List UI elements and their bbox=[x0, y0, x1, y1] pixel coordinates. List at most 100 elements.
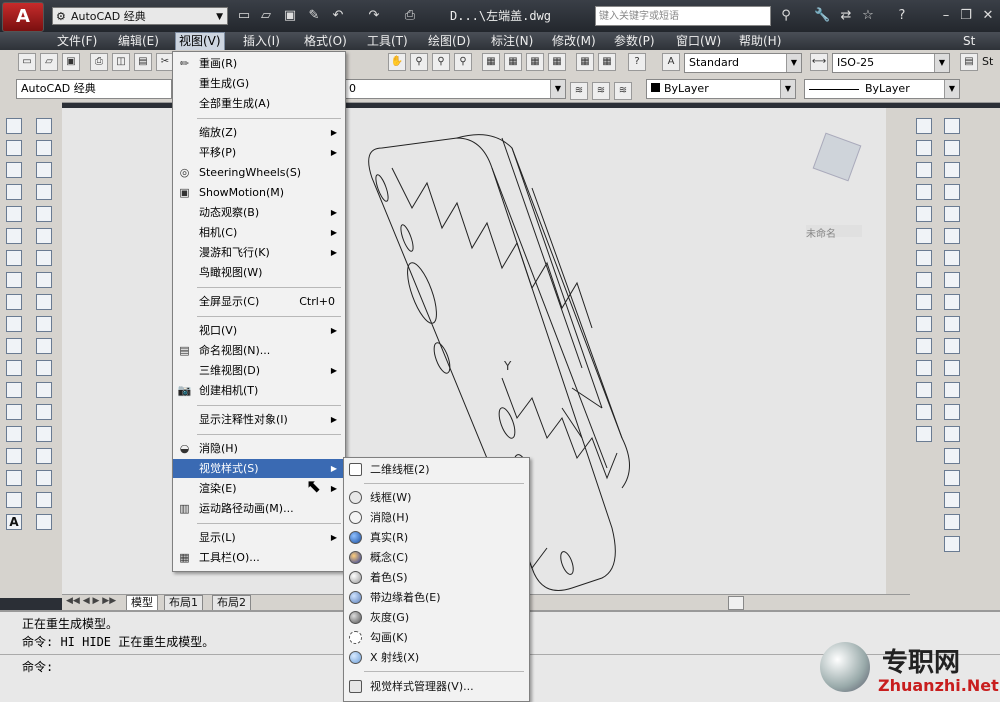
extrude-faces-icon[interactable] bbox=[944, 184, 960, 200]
menu-item-2d-wireframe[interactable]: 二维线框(2) bbox=[344, 460, 527, 479]
menu-item-redraw[interactable]: ✏ 重画(R) bbox=[173, 54, 343, 73]
menu-item-style-manager[interactable]: 视觉样式管理器(V)... bbox=[344, 677, 527, 696]
menu-item-shaded[interactable]: 着色(S) bbox=[344, 568, 527, 587]
tab-navigation-arrows[interactable]: ◀◀ ◀ ▶ ▶▶ bbox=[66, 596, 116, 606]
text-style-icon[interactable]: A bbox=[662, 53, 680, 71]
menu-item-shades-of-gray[interactable]: 灰度(G) bbox=[344, 608, 527, 627]
erase-icon[interactable] bbox=[36, 514, 52, 530]
calculator-icon[interactable]: ▦ bbox=[598, 53, 616, 71]
shell-icon[interactable] bbox=[944, 470, 960, 486]
menu-item-hidden[interactable]: 消隐(H) bbox=[344, 508, 527, 527]
insert-block-icon[interactable] bbox=[6, 360, 22, 376]
menu-item-motion-path[interactable]: ▥ 运动路径动画(M)... bbox=[173, 499, 343, 518]
menu-item-shaded-edges[interactable]: 带边缘着色(E) bbox=[344, 588, 527, 607]
menu-item-orbit[interactable]: 动态观察(B) ▶ bbox=[173, 203, 343, 222]
taper-faces-icon[interactable] bbox=[944, 294, 960, 310]
chamfer-icon[interactable] bbox=[36, 448, 52, 464]
favorites-icon[interactable]: ☆ bbox=[860, 8, 876, 24]
vertical-scrollbar[interactable] bbox=[886, 108, 910, 594]
zoom-realtime-icon[interactable]: ⚲ bbox=[410, 53, 428, 71]
copy-icon[interactable] bbox=[36, 184, 52, 200]
circle-icon[interactable] bbox=[6, 250, 22, 266]
stretch-icon[interactable] bbox=[36, 338, 52, 354]
design-center-icon[interactable]: ▦ bbox=[504, 53, 522, 71]
section-icon[interactable] bbox=[944, 536, 960, 552]
save-icon[interactable]: ▣ bbox=[282, 8, 298, 24]
extend-icon[interactable] bbox=[36, 382, 52, 398]
menu-item-hide[interactable]: ◒ 消隐(H) bbox=[173, 439, 343, 458]
menu-item-zoom[interactable]: 缩放(Z) ▶ bbox=[173, 123, 343, 142]
menu-format[interactable]: 格式(O) bbox=[301, 32, 350, 50]
construction-line-icon[interactable] bbox=[6, 140, 22, 156]
restore-button[interactable]: ❐ bbox=[958, 8, 974, 24]
layer-state-icon[interactable]: ≋ bbox=[592, 82, 610, 100]
subscription-icon[interactable]: 🔧 bbox=[814, 8, 830, 24]
minimize-button[interactable]: – bbox=[938, 8, 954, 24]
rotate-icon[interactable] bbox=[36, 294, 52, 310]
save-as-icon[interactable]: ✎ bbox=[306, 8, 322, 24]
menu-edit[interactable]: 编辑(E) bbox=[115, 32, 162, 50]
tab-layout1[interactable]: 布局1 bbox=[164, 595, 203, 611]
communication-icon[interactable]: ⇄ bbox=[838, 8, 854, 24]
pyramid-icon[interactable] bbox=[916, 272, 932, 288]
help-tool-icon[interactable]: ? bbox=[628, 53, 646, 71]
workspace-select[interactable]: AutoCAD 经典 bbox=[16, 79, 172, 99]
layer-select[interactable]: 0 ▼ bbox=[344, 79, 566, 99]
make-block-icon[interactable] bbox=[6, 382, 22, 398]
menu-view[interactable]: 视图(V) bbox=[175, 32, 225, 52]
menu-insert[interactable]: 插入(I) bbox=[240, 32, 283, 50]
polysolid-icon[interactable] bbox=[916, 118, 932, 134]
copy-faces-icon[interactable] bbox=[944, 316, 960, 332]
orbit-icon[interactable] bbox=[36, 118, 52, 134]
menu-item-steeringwheels[interactable]: ◎ SteeringWheels(S) bbox=[173, 163, 343, 182]
menu-item-3d-views[interactable]: 三维视图(D) ▶ bbox=[173, 361, 343, 380]
table-icon[interactable] bbox=[6, 492, 22, 508]
planar-surface-icon[interactable] bbox=[916, 316, 932, 332]
check-icon[interactable] bbox=[944, 492, 960, 508]
help-icon[interactable]: ? bbox=[894, 8, 910, 24]
delete-faces-icon[interactable] bbox=[944, 250, 960, 266]
multiline-text-icon[interactable]: A bbox=[6, 514, 22, 530]
sheet-set-icon[interactable]: ▦ bbox=[548, 53, 566, 71]
menu-help[interactable]: 帮助(H) bbox=[736, 32, 784, 50]
imprint-icon[interactable] bbox=[944, 404, 960, 420]
offset-faces-icon[interactable] bbox=[944, 228, 960, 244]
linetype-select[interactable]: ByLayer ▼ bbox=[804, 79, 960, 99]
menu-item-clean-screen[interactable]: 全屏显示(C) Ctrl+0 bbox=[173, 292, 343, 311]
save-file-icon[interactable]: ▣ bbox=[62, 53, 80, 71]
sphere-icon[interactable] bbox=[916, 206, 932, 222]
menu-item-xray[interactable]: X 射线(X) bbox=[344, 648, 527, 667]
dim-style-select[interactable]: ISO-25 ▼ bbox=[832, 53, 950, 73]
polyline-icon[interactable] bbox=[6, 162, 22, 178]
menu-dimension[interactable]: 标注(N) bbox=[488, 32, 536, 50]
menu-window[interactable]: 窗口(W) bbox=[673, 32, 724, 50]
menu-parametric[interactable]: 参数(P) bbox=[611, 32, 658, 50]
menu-item-toolbars[interactable]: ▦ 工具栏(O)... bbox=[173, 548, 343, 567]
dim-style-icon[interactable]: ⟷ bbox=[810, 53, 828, 71]
tab-layout2[interactable]: 布局2 bbox=[212, 595, 251, 611]
menu-draw[interactable]: 绘图(D) bbox=[425, 32, 474, 50]
separate-icon[interactable] bbox=[944, 448, 960, 464]
close-button[interactable]: ✕ bbox=[980, 8, 996, 24]
array-icon[interactable] bbox=[36, 250, 52, 266]
wedge-icon[interactable] bbox=[916, 162, 932, 178]
layer-previous-icon[interactable]: ≋ bbox=[570, 82, 588, 100]
clean-icon[interactable] bbox=[944, 426, 960, 442]
plot-icon[interactable]: ⎙ bbox=[402, 8, 418, 24]
point-icon[interactable] bbox=[6, 404, 22, 420]
search-input[interactable]: 键入关键字或短语 bbox=[595, 6, 771, 26]
zoom-window-icon[interactable]: ⚲ bbox=[432, 53, 450, 71]
mirror-icon[interactable] bbox=[36, 206, 52, 222]
color-select[interactable]: ByLayer ▼ bbox=[646, 79, 796, 99]
command-prompt[interactable]: 命令: bbox=[22, 658, 53, 675]
new-file-icon[interactable]: ▭ bbox=[18, 53, 36, 71]
binoculars-icon[interactable]: ⚲ bbox=[778, 8, 794, 24]
hatch-icon[interactable] bbox=[6, 426, 22, 442]
publish-icon[interactable]: ▤ bbox=[134, 53, 152, 71]
ellipse-arc-icon[interactable] bbox=[6, 338, 22, 354]
subtract-icon[interactable] bbox=[944, 140, 960, 156]
move-icon[interactable] bbox=[36, 272, 52, 288]
viewcube-label[interactable]: 未命名 bbox=[806, 225, 862, 240]
pan-icon[interactable]: ✋ bbox=[388, 53, 406, 71]
cone-icon[interactable] bbox=[916, 184, 932, 200]
